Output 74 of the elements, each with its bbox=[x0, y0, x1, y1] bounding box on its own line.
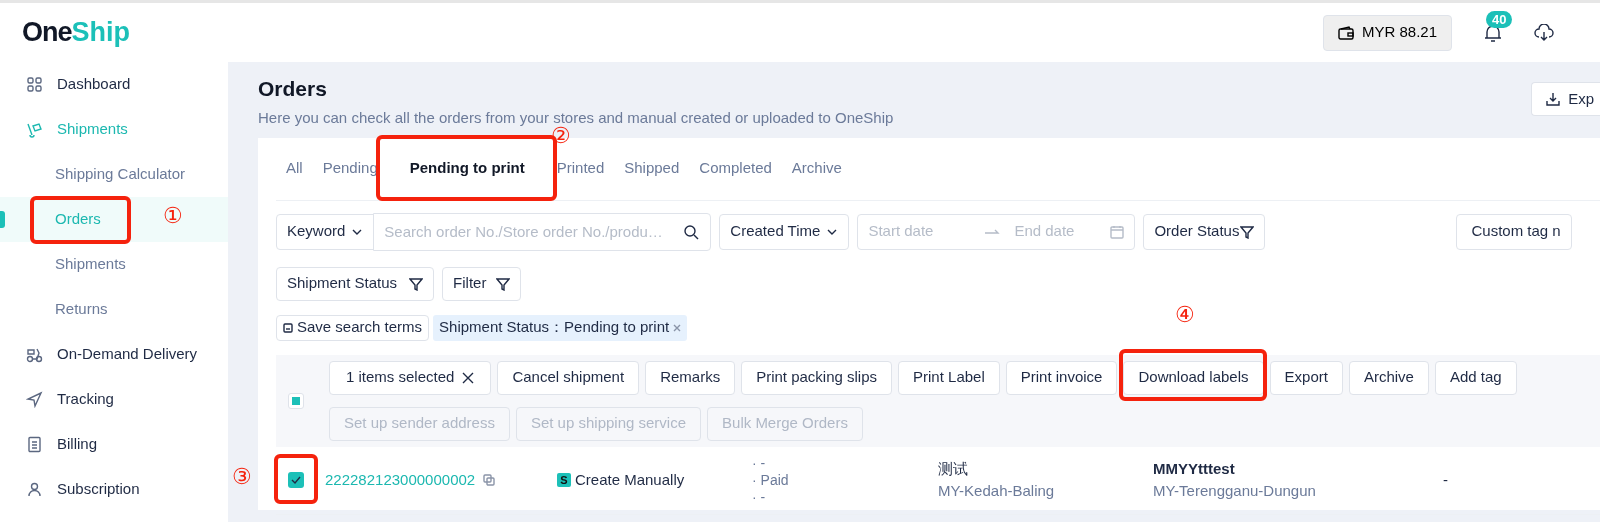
recipient-name: MMYYtttest bbox=[1153, 458, 1236, 479]
status-text: · Paid bbox=[752, 471, 790, 489]
action-button[interactable]: Print invoice bbox=[1005, 360, 1118, 395]
sidebar-item[interactable]: Dashboard bbox=[0, 62, 228, 107]
send-icon bbox=[26, 391, 43, 408]
page-subtitle: Here you can check all the orders from your stores and manual created or uploaded to OneShip bbox=[258, 108, 894, 127]
sidebar-item[interactable]: On-Demand Delivery bbox=[0, 332, 228, 377]
download-export-button[interactable]: Exp bbox=[1531, 82, 1600, 116]
custom-tag-filter[interactable]: Custom tag n bbox=[1456, 213, 1572, 250]
recipient-region: MY-Terengganu-Dungun bbox=[1153, 481, 1317, 502]
sidebar-subitem[interactable]: Shipments bbox=[55, 253, 126, 276]
action-button[interactable]: Archive bbox=[1348, 360, 1429, 395]
row-checkbox[interactable] bbox=[288, 472, 304, 489]
document-icon bbox=[26, 436, 43, 453]
grid-icon bbox=[26, 76, 43, 93]
action-button[interactable]: Add tag bbox=[1434, 360, 1517, 395]
action-button[interactable]: Cancel shipment bbox=[497, 360, 640, 395]
filter-icon bbox=[496, 276, 511, 291]
filter-icon bbox=[409, 276, 424, 291]
download-icon bbox=[1546, 92, 1561, 106]
order-source: Create Manually bbox=[575, 469, 685, 490]
sidebar-item[interactable]: Subscription bbox=[0, 467, 228, 512]
shipment-status-filter[interactable]: Shipment Status bbox=[276, 266, 435, 301]
balance-button[interactable]: MYR 88.21 bbox=[1322, 14, 1452, 51]
notification-badge: 40 bbox=[1486, 10, 1513, 28]
keyword-dropdown[interactable]: Keyword bbox=[276, 213, 375, 250]
tab[interactable]: Pending to print bbox=[399, 148, 535, 189]
select-all-checkbox[interactable] bbox=[288, 392, 304, 409]
tab[interactable]: Printed bbox=[546, 148, 615, 189]
calendar-icon bbox=[1110, 224, 1125, 239]
logo: OneShip bbox=[22, 16, 130, 50]
sidebar-subitem[interactable]: Shipping Calculator bbox=[55, 163, 186, 186]
copy-icon bbox=[483, 474, 496, 487]
store-badge: S bbox=[557, 473, 571, 488]
annotation-box bbox=[274, 454, 318, 505]
close-icon[interactable] bbox=[673, 323, 682, 332]
wallet-icon bbox=[1337, 25, 1354, 40]
sender-region: MY-Kedah-Baling bbox=[938, 481, 1056, 502]
action-button[interactable]: Export bbox=[1269, 360, 1343, 395]
tab[interactable]: Pending bbox=[312, 148, 388, 189]
user-icon bbox=[26, 481, 43, 498]
sender-name: 测试 bbox=[938, 458, 969, 479]
status-text: · - bbox=[752, 454, 767, 472]
tab[interactable]: Completed bbox=[689, 148, 782, 189]
annotation-number: ④ bbox=[1175, 303, 1196, 326]
table-cell-text: - bbox=[1443, 469, 1448, 490]
save-icon bbox=[283, 322, 293, 333]
action-button[interactable]: Remarks bbox=[645, 360, 736, 395]
tab[interactable]: Archive bbox=[781, 148, 852, 189]
action-button[interactable]: Download labels bbox=[1123, 360, 1264, 395]
annotation-number: ③ bbox=[232, 466, 252, 489]
scooter-icon bbox=[26, 346, 43, 363]
search-icon bbox=[683, 223, 700, 240]
filter-chip: Shipment Status：Pending to print bbox=[433, 314, 688, 341]
action-button[interactable]: Print packing slips bbox=[741, 360, 893, 395]
action-button[interactable]: Print Label bbox=[898, 360, 1000, 395]
selection-count-button[interactable]: 1 items selected bbox=[329, 360, 492, 395]
search-field[interactable]: Search order No./Store order No./produ… bbox=[373, 212, 712, 251]
status-text: · - bbox=[752, 488, 767, 506]
sidebar-item[interactable]: Tracking bbox=[0, 377, 228, 422]
cloud-download-icon bbox=[1534, 23, 1554, 42]
close-icon bbox=[462, 371, 475, 384]
annotation-number: ① bbox=[163, 205, 183, 228]
sidebar-item[interactable]: Billing bbox=[0, 422, 228, 467]
sidebar-subitem[interactable]: Returns bbox=[55, 298, 108, 321]
created-time-dropdown[interactable]: Created Time bbox=[719, 213, 850, 250]
tab[interactable]: All bbox=[276, 148, 313, 189]
order-status-filter[interactable]: Order Status bbox=[1143, 213, 1266, 250]
selection-indicator bbox=[0, 211, 5, 228]
tab[interactable]: Shipped bbox=[614, 148, 690, 189]
page-title: Orders bbox=[258, 76, 328, 102]
save-search-button[interactable]: Save search terms bbox=[276, 314, 430, 341]
filter-icon bbox=[1240, 224, 1255, 239]
filter-button[interactable]: Filter bbox=[442, 266, 522, 301]
